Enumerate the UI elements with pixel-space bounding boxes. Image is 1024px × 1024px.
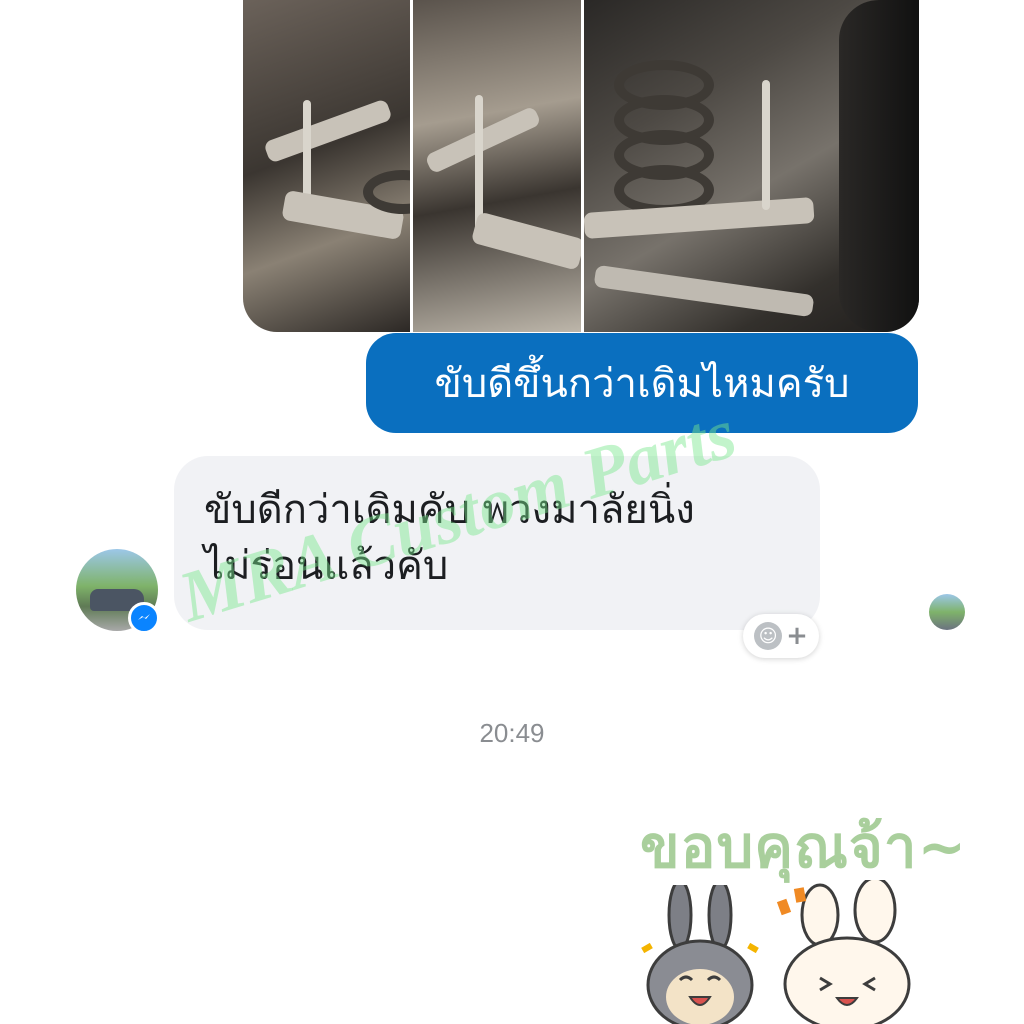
suspension-photo-after[interactable] (410, 0, 581, 332)
message-timestamp: 20:49 (479, 718, 545, 748)
white-bunny-illustration (776, 880, 911, 1024)
plus-icon: + (786, 621, 808, 651)
smile-icon: ☺ (754, 622, 783, 650)
grey-bunny-illustration (641, 885, 759, 1024)
outgoing-message-bubble[interactable]: ขับดีขึ้นกว่าเดิมไหมครับ (366, 333, 918, 433)
suspension-photo-coilover[interactable] (581, 0, 919, 332)
incoming-message-bubble[interactable]: ขับดีกว่าเดิมคับ พวงมาลัยนิ่ง ไม่ร่อนแล้… (174, 456, 820, 630)
messenger-icon (128, 602, 160, 634)
incoming-message-line: ไม่ร่อนแล้วคับ (204, 543, 449, 589)
photo-attachment[interactable] (243, 0, 919, 332)
incoming-message-line: ขับดีกว่าเดิมคับ พวงมาลัยนิ่ง (204, 487, 695, 533)
thank-you-sticker[interactable]: ขอบคุณจ้า~ (630, 790, 966, 1024)
outgoing-message-text: ขับดีขึ้นกว่าเดิมไหมครับ (434, 361, 850, 407)
seen-receipt-avatar (929, 594, 965, 630)
suspension-photo-before[interactable] (243, 0, 410, 332)
add-reaction-button[interactable]: ☺ + (743, 614, 819, 658)
